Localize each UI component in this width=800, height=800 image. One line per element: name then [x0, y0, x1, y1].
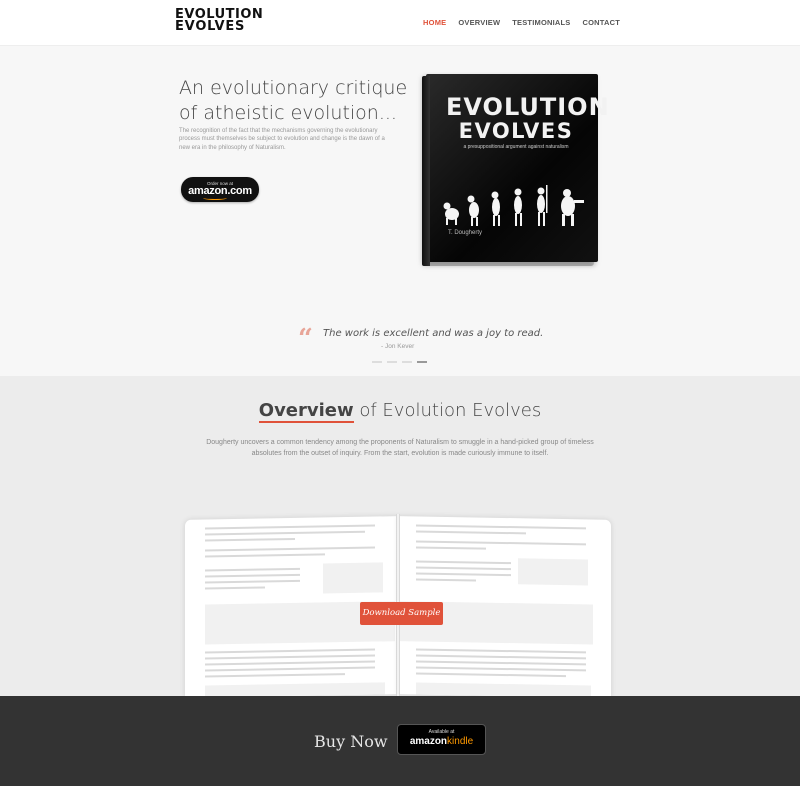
cover-title-line2: EVOLVES — [458, 119, 574, 143]
overview-title: Overview of Evolution Evolves — [0, 400, 800, 423]
cover-author: T. Dougherty — [448, 230, 483, 236]
logo-line2: EVOLVES — [175, 19, 246, 34]
cover-title: EVOLUTION EVOLVES — [446, 93, 610, 143]
main-nav: HOME OVERVIEW TESTIMONIALS CONTACT — [423, 18, 620, 27]
book-cover-front: EVOLUTION EVOLVES a presuppositional arg… — [426, 74, 610, 262]
testimonial-author: - Jon Kever — [381, 343, 415, 350]
kindle-kindle-text: kindle — [447, 736, 474, 747]
hero-description: The recognition of the fact that the mec… — [179, 128, 385, 151]
kindle-button-small: Available at — [428, 729, 455, 735]
cover-subtitle: a presuppositional argument against natu… — [463, 144, 569, 150]
page-bottom — [0, 786, 800, 800]
nav-home[interactable]: HOME — [423, 18, 446, 27]
pager-dot-1[interactable] — [372, 361, 382, 363]
buy-now-label: Buy Now — [314, 732, 388, 751]
overview-title-rest: of Evolution Evolves — [353, 400, 542, 421]
site-header: EVOLUTION EVOLVES HOME OVERVIEW TESTIMON… — [0, 0, 800, 46]
overview-title-strong: Overview — [258, 400, 354, 423]
quote-icon: “ — [298, 324, 313, 354]
book-cover: EVOLUTION EVOLVES a presuppositional arg… — [422, 74, 610, 268]
hero-title: An evolutionary critique of atheistic ev… — [179, 77, 408, 124]
cover-title-line1: EVOLUTION — [446, 93, 610, 121]
download-sample-button[interactable]: Download Sample — [360, 602, 443, 625]
pager-dot-2[interactable] — [387, 361, 397, 363]
pager-dot-3[interactable] — [402, 361, 412, 363]
pager-dot-4[interactable] — [417, 361, 427, 363]
open-book-preview: Download Sample — [185, 510, 611, 698]
site-logo[interactable]: EVOLUTION EVOLVES — [175, 8, 263, 34]
amazon-kindle-button[interactable]: Available at amazonkindle — [397, 724, 486, 755]
kindle-amazon-text: amazon — [409, 736, 448, 747]
overview-section: Overview of Evolution Evolves Dougherty … — [0, 376, 800, 698]
buy-now-footer: Buy Now Available at amazonkindle — [0, 696, 800, 786]
amazon-smile-icon — [203, 196, 227, 200]
nav-testimonials[interactable]: TESTIMONIALS — [512, 18, 570, 27]
overview-description: Dougherty uncovers a common tendency amo… — [206, 439, 594, 457]
nav-overview[interactable]: OVERVIEW — [458, 18, 500, 27]
nav-contact[interactable]: CONTACT — [582, 18, 620, 27]
amazon-order-button[interactable]: Order now at amazon.com — [181, 177, 259, 202]
book-spine — [422, 76, 430, 266]
kindle-button-logo: amazonkindle — [398, 735, 485, 748]
evolution-figures-icon — [443, 185, 584, 226]
testimonial-pager — [372, 361, 427, 363]
testimonial: “ The work is excellent and was a joy to… — [0, 326, 800, 376]
hero-section: An evolutionary critique of atheistic ev… — [0, 46, 800, 376]
testimonial-quote: The work is excellent and was a joy to r… — [323, 328, 544, 339]
